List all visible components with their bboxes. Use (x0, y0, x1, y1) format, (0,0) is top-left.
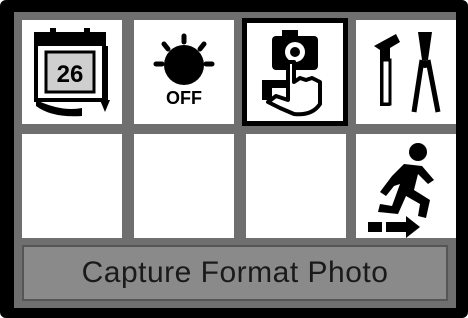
menu-item-date[interactable]: 26 (22, 20, 122, 124)
menu-item-tools[interactable] (356, 20, 456, 124)
status-label: Capture Format Photo (81, 256, 389, 289)
status-bar: Capture Format Photo (22, 245, 448, 301)
camera-hand-icon (262, 30, 322, 117)
menu-item-exit[interactable] (356, 134, 456, 238)
flash-off-text: OFF (166, 88, 202, 108)
flash-off-icon: OFF (153, 33, 215, 108)
calendar-icon: 26 (34, 28, 110, 117)
menu-item-empty-1[interactable] (22, 134, 122, 238)
menu-item-empty-3[interactable] (246, 134, 346, 238)
tools-icon (374, 32, 441, 113)
calendar-day-text: 26 (57, 61, 84, 88)
menu-item-flash-off[interactable]: OFF (134, 20, 234, 124)
device-frame: 26 OFF Capture Format Photo (0, 0, 468, 318)
menu-item-empty-2[interactable] (134, 134, 234, 238)
menu-item-capture-format[interactable] (242, 18, 348, 126)
exit-running-man-icon (368, 143, 434, 238)
